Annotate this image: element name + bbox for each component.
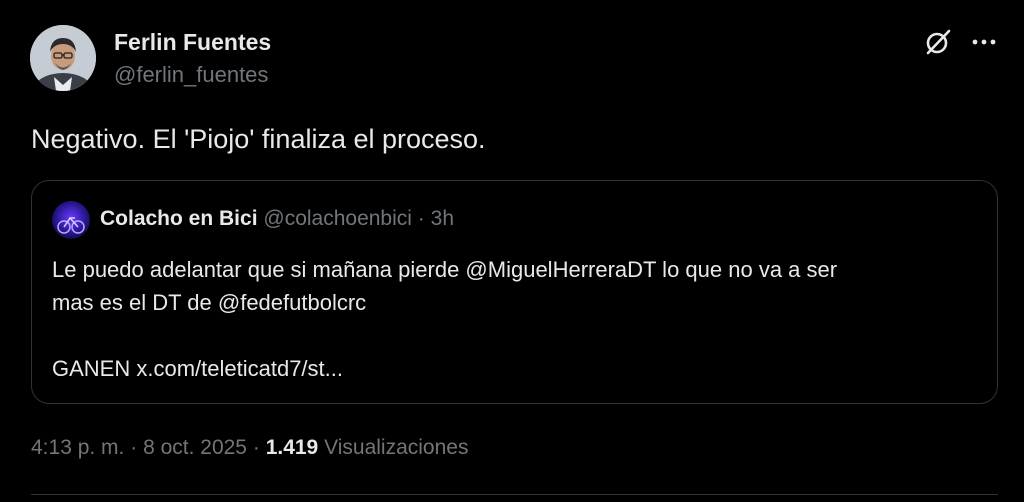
separator-dot: ·	[252, 436, 260, 459]
quoted-tweet-text: Le puedo adelantar que si mañana pierde …	[52, 253, 982, 385]
post-time[interactable]: 4:13 p. m.	[31, 436, 124, 459]
quoted-text-line: GANEN x.com/teleticatd7/st...	[52, 356, 343, 381]
quoted-tweet-card[interactable]: Colacho en Bici @colachoenbici · 3h Le p…	[31, 180, 998, 404]
tweet: Ferlin Fuentes @ferlin_fuentes Negativo.…	[0, 0, 1024, 502]
author-avatar[interactable]	[30, 25, 96, 91]
divider	[31, 494, 998, 495]
views-label: Visualizaciones	[324, 436, 469, 459]
separator-dot: ·	[130, 436, 138, 459]
author-name[interactable]: Ferlin Fuentes	[114, 29, 271, 56]
quoted-text-line: Le puedo adelantar que si mañana pierde …	[52, 257, 838, 282]
post-date[interactable]: 8 oct. 2025	[143, 436, 247, 459]
views-count: 1.419	[265, 436, 319, 459]
quoted-author-handle[interactable]: @colachoenbici	[263, 207, 412, 230]
grok-icon[interactable]	[922, 26, 954, 58]
quoted-timestamp[interactable]: 3h	[431, 207, 454, 230]
tweet-meta: 4:13 p. m. · 8 oct. 2025 · 1.419 Visuali…	[31, 436, 468, 460]
more-options-icon[interactable]	[968, 30, 1000, 54]
quoted-header: Colacho en Bici @colachoenbici · 3h	[100, 207, 454, 231]
quoted-author-avatar[interactable]	[52, 201, 90, 239]
tweet-text: Negativo. El 'Piojo' finaliza el proceso…	[31, 124, 486, 154]
separator-dot: ·	[417, 207, 425, 230]
quoted-text-line: mas es el DT de @fedefutbolcrc	[52, 290, 367, 315]
author-handle[interactable]: @ferlin_fuentes	[114, 62, 268, 88]
quoted-author-name[interactable]: Colacho en Bici	[100, 207, 258, 230]
